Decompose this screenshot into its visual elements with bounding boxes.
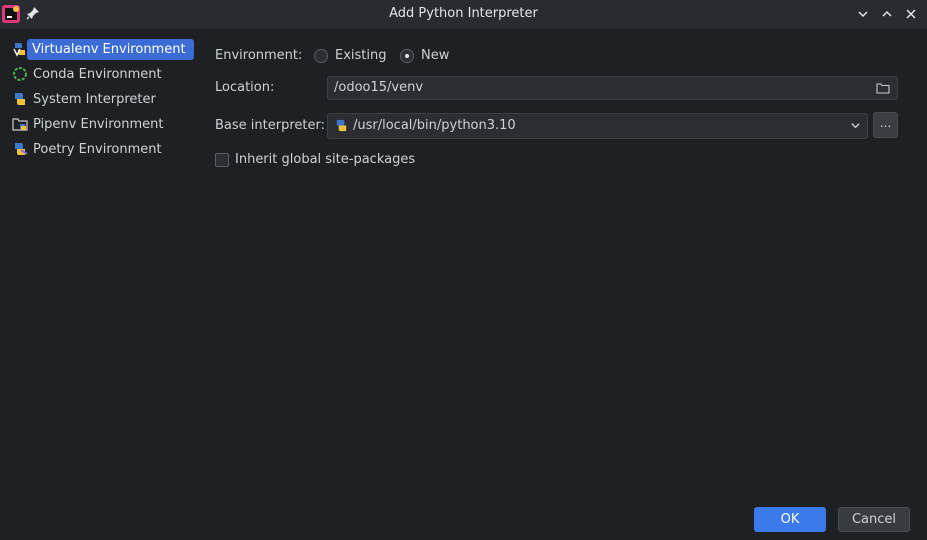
existing-radio[interactable]	[314, 49, 328, 63]
location-field[interactable]: /odoo15/venv	[327, 76, 898, 100]
maximize-button[interactable]	[879, 6, 895, 22]
environment-type-list: Virtualenv Environment Conda Environment…	[0, 30, 195, 540]
python-icon	[12, 91, 28, 107]
inherit-site-packages-label[interactable]: Inherit global site-packages	[235, 152, 415, 167]
python-icon	[336, 119, 347, 132]
sidebar-item-label: Pipenv Environment	[33, 116, 164, 132]
sidebar-item-label: Virtualenv Environment	[27, 38, 194, 60]
conda-icon	[12, 66, 28, 82]
sidebar-item-label: Poetry Environment	[33, 141, 162, 157]
minimize-button[interactable]	[855, 6, 871, 22]
poetry-icon	[12, 141, 28, 157]
browse-interpreter-button[interactable]: ...	[873, 112, 898, 138]
pipenv-icon	[12, 116, 28, 132]
sidebar-item-virtualenv[interactable]: Virtualenv Environment	[8, 37, 194, 61]
sidebar-item-pipenv[interactable]: Pipenv Environment	[8, 112, 169, 136]
folder-icon[interactable]	[876, 81, 890, 95]
base-interpreter-select[interactable]: /usr/local/bin/python3.10	[327, 113, 868, 139]
location-label: Location:	[215, 80, 275, 95]
sidebar-item-poetry[interactable]: Poetry Environment	[8, 137, 167, 161]
new-radio[interactable]	[400, 49, 414, 63]
title-bar: Add Python Interpreter	[0, 0, 927, 30]
sidebar-item-label: Conda Environment	[33, 66, 162, 82]
existing-radio-label[interactable]: Existing	[335, 48, 387, 63]
sidebar-item-system[interactable]: System Interpreter	[8, 87, 161, 111]
base-interpreter-label: Base interpreter:	[215, 118, 325, 133]
chevron-up-icon	[882, 10, 892, 17]
location-value: /odoo15/venv	[334, 80, 424, 95]
environment-label: Environment:	[215, 48, 303, 63]
chevron-down-icon	[858, 11, 868, 18]
close-button[interactable]	[903, 6, 919, 22]
chevron-down-icon	[851, 123, 860, 129]
virtualenv-icon	[12, 41, 28, 57]
sidebar-item-label: System Interpreter	[33, 91, 156, 107]
window-title: Add Python Interpreter	[389, 6, 538, 21]
new-radio-label[interactable]: New	[421, 48, 449, 63]
close-icon	[906, 9, 916, 19]
ok-button[interactable]: OK	[754, 507, 826, 532]
inherit-site-packages-checkbox[interactable]	[215, 153, 229, 167]
cancel-button[interactable]: Cancel	[838, 507, 910, 532]
sidebar-item-conda[interactable]: Conda Environment	[8, 62, 167, 86]
base-interpreter-value: /usr/local/bin/python3.10	[353, 118, 516, 133]
